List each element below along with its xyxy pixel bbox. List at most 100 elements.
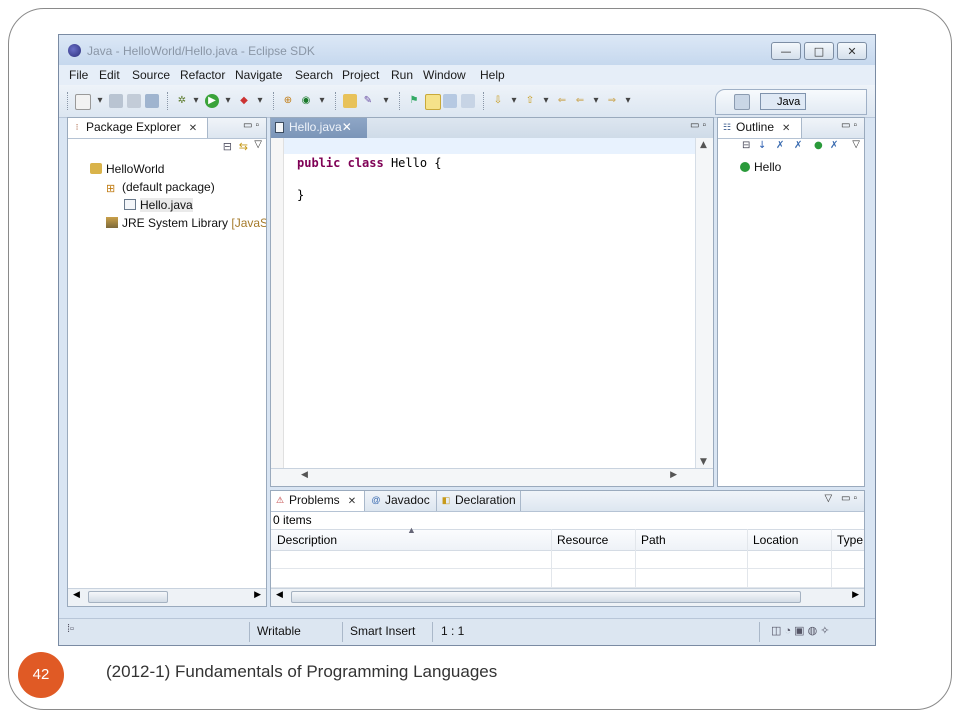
view-minmax-icon[interactable]: ▭▫ <box>690 120 709 131</box>
close-icon[interactable]: ✕ <box>348 496 356 507</box>
hide-static-icon[interactable]: ✗ <box>794 140 802 151</box>
print-icon[interactable] <box>145 94 159 108</box>
back-icon[interactable]: ⇐ <box>573 94 587 108</box>
hide-nonpublic-icon[interactable]: ● <box>814 140 823 151</box>
dropdown-arrow-icon[interactable]: ▾ <box>539 94 553 108</box>
scroll-up-icon[interactable]: ▲ <box>700 140 707 150</box>
outline-item-label: Hello <box>754 160 782 174</box>
save-icon[interactable] <box>109 94 123 108</box>
scroll-thumb[interactable] <box>88 591 168 603</box>
scroll-right-icon[interactable]: ▶ <box>670 470 677 480</box>
tab-problems[interactable]: ⚠ Problems ✕ <box>271 491 365 511</box>
search-icon[interactable]: ✎ <box>361 94 375 108</box>
tree-item-package[interactable]: ⊞ (default package) <box>106 180 215 195</box>
new-package-icon[interactable]: ⊕ <box>281 94 295 108</box>
close-icon[interactable]: ✕ <box>342 120 352 134</box>
scroll-thumb[interactable] <box>291 591 801 603</box>
tab-outline[interactable]: ☷ Outline ✕ <box>718 118 802 138</box>
tab-hello-java[interactable]: Hello.java✕ <box>271 118 367 138</box>
debug-icon[interactable]: ✲ <box>175 94 189 108</box>
column-description[interactable]: Description <box>277 533 337 547</box>
dropdown-arrow-icon[interactable]: ▾ <box>507 94 521 108</box>
view-minmax-icon[interactable]: ▽ ▭▫ <box>825 493 860 504</box>
menu-refactor[interactable]: Refactor <box>180 68 225 82</box>
maximize-button[interactable]: □ <box>804 42 834 60</box>
open-perspective-icon[interactable] <box>734 94 750 110</box>
editor-hscroll[interactable]: ◀ ▶ <box>271 468 713 486</box>
status-tray-icons[interactable]: ◫ ◔ ▣ ◍ ✧ <box>771 624 829 637</box>
scroll-right-icon[interactable]: ▶ <box>852 590 859 600</box>
save-all-icon[interactable] <box>127 94 141 108</box>
menu-run[interactable]: Run <box>391 68 413 82</box>
scroll-left-icon[interactable]: ◀ <box>73 590 80 600</box>
menu-edit[interactable]: Edit <box>99 68 120 82</box>
forward-icon[interactable]: ⇒ <box>605 94 619 108</box>
tree-item-library[interactable]: JRE System Library [JavaSE <box>106 216 266 230</box>
mark-occurrences-icon[interactable] <box>425 94 441 110</box>
hide-local-types-icon[interactable]: ✗ <box>830 140 838 151</box>
editor-vscroll[interactable]: ▲ ▼ <box>695 138 713 469</box>
scroll-left-icon[interactable]: ◀ <box>301 470 308 480</box>
close-icon[interactable]: ✕ <box>782 123 790 134</box>
code-line-3[interactable]: } <box>297 188 304 202</box>
menu-help[interactable]: Help <box>480 68 505 82</box>
column-resource[interactable]: Resource <box>557 533 608 547</box>
menu-search[interactable]: Search <box>295 68 333 82</box>
external-tools-icon[interactable]: ◆ <box>237 94 251 108</box>
new-class-icon[interactable]: ◉ <box>299 94 313 108</box>
view-menu-icon[interactable]: ▽ <box>254 139 262 150</box>
dropdown-arrow-icon[interactable]: ▾ <box>221 94 235 108</box>
view-minmax-icon[interactable]: ▭▫ <box>841 120 860 131</box>
menu-source[interactable]: Source <box>132 68 170 82</box>
scroll-right-icon[interactable]: ▶ <box>254 590 261 600</box>
dropdown-arrow-icon[interactable]: ▾ <box>589 94 603 108</box>
outline-item-hello[interactable]: Hello <box>740 160 781 174</box>
package-icon: ⊞ <box>106 183 116 195</box>
minimize-button[interactable]: — <box>771 42 801 60</box>
fast-view-icon[interactable]: ⁞▫ <box>67 623 74 635</box>
java-perspective-button[interactable]: Java <box>760 93 806 110</box>
column-type[interactable]: Type <box>837 533 863 547</box>
tree-item-file[interactable]: Hello.java <box>124 198 193 212</box>
package-explorer-hscroll[interactable]: ◀ ▶ <box>68 588 266 606</box>
close-icon[interactable]: ✕ <box>189 123 197 134</box>
tab-javadoc[interactable]: @ Javadoc <box>367 491 437 511</box>
toggle-breadcrumb-icon[interactable]: ⚑ <box>407 94 421 108</box>
menu-project[interactable]: Project <box>342 68 379 82</box>
problems-table-header: Description Resource Path Location Type … <box>271 525 864 551</box>
previous-annotation-icon[interactable]: ⇧ <box>523 94 537 108</box>
dropdown-arrow-icon[interactable]: ▾ <box>621 94 635 108</box>
dropdown-arrow-icon[interactable]: ▾ <box>189 94 203 108</box>
dropdown-arrow-icon[interactable]: ▾ <box>253 94 267 108</box>
collapse-all-icon[interactable]: ⊟ <box>742 140 750 151</box>
collapse-all-icon[interactable]: ⊟ <box>223 140 232 153</box>
open-type-icon[interactable] <box>343 94 357 108</box>
scroll-down-icon[interactable]: ▼ <box>700 457 707 467</box>
column-path[interactable]: Path <box>641 533 666 547</box>
view-minmax-icon[interactable]: ▭▫ <box>243 120 262 131</box>
code-line-1[interactable]: public class Hello { <box>297 156 442 170</box>
next-annotation-icon[interactable]: ⇩ <box>491 94 505 108</box>
menu-window[interactable]: Window <box>423 68 466 82</box>
tab-package-explorer[interactable]: ⁝ Package Explorer ✕ <box>68 118 208 138</box>
menu-navigate[interactable]: Navigate <box>235 68 282 82</box>
last-edit-icon[interactable]: ⇐ <box>555 94 569 108</box>
menu-file[interactable]: File <box>69 68 88 82</box>
dropdown-arrow-icon[interactable]: ▾ <box>93 94 107 108</box>
problems-hscroll[interactable]: ◀ ▶ <box>271 588 864 606</box>
column-location[interactable]: Location <box>753 533 798 547</box>
block-selection-icon[interactable] <box>443 94 457 108</box>
view-menu-icon[interactable]: ▽ <box>852 139 860 150</box>
sort-icon[interactable]: ↓ <box>758 140 766 151</box>
run-icon[interactable]: ▶ <box>205 94 219 108</box>
tree-item-project[interactable]: HelloWorld <box>90 162 164 176</box>
link-with-editor-icon[interactable]: ⇆ <box>239 140 248 153</box>
show-whitespace-icon[interactable] <box>461 94 475 108</box>
tab-declaration[interactable]: ◧ Declaration <box>437 491 521 511</box>
hide-fields-icon[interactable]: ✗ <box>776 140 784 151</box>
dropdown-arrow-icon[interactable]: ▾ <box>379 94 393 108</box>
scroll-left-icon[interactable]: ◀ <box>276 590 283 600</box>
close-button[interactable]: ✕ <box>837 42 867 60</box>
dropdown-arrow-icon[interactable]: ▾ <box>315 94 329 108</box>
new-icon[interactable] <box>75 94 91 110</box>
